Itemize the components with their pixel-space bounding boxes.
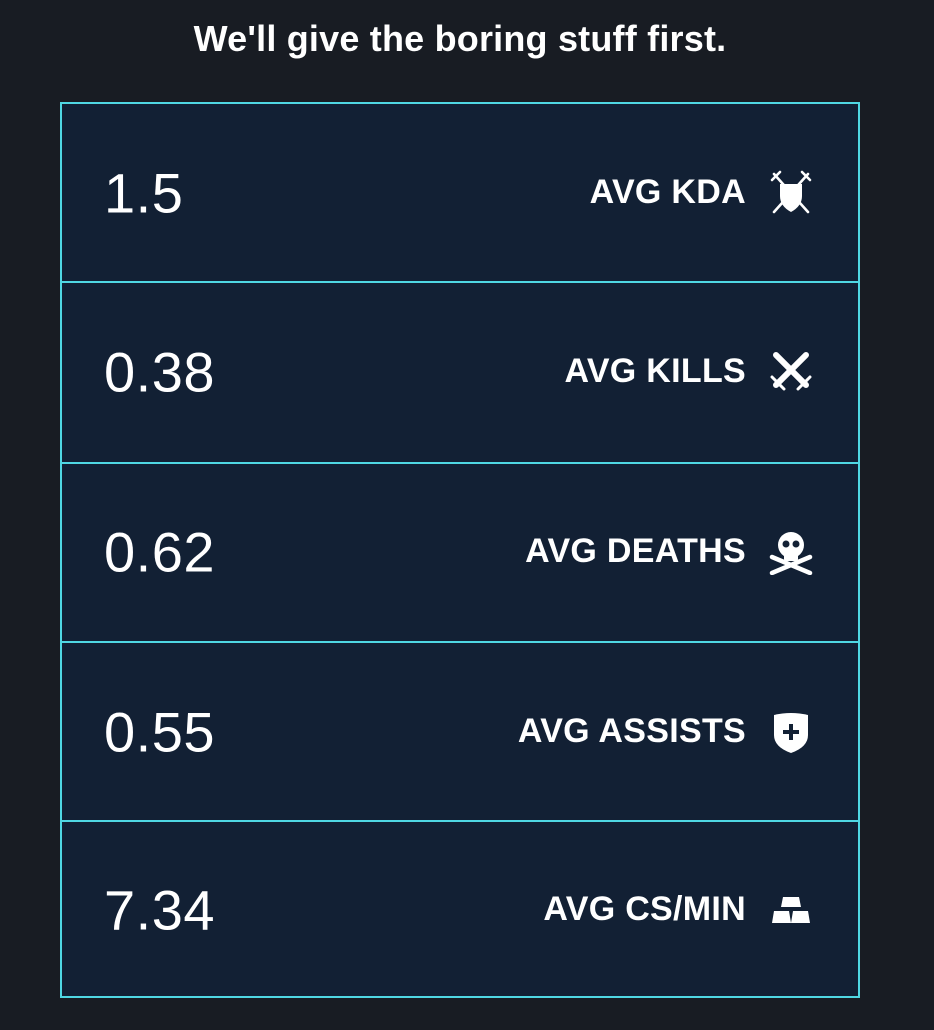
- shield-plus-icon: [768, 709, 814, 755]
- crossed-swords-shield-icon: [768, 170, 814, 216]
- stat-row-assists: 0.55 AVG ASSISTS: [62, 641, 858, 820]
- gold-bars-icon: [768, 887, 814, 933]
- stat-label-group-kda: AVG KDA: [590, 170, 814, 216]
- stat-value-cs-min: 7.34: [104, 878, 215, 941]
- stat-value-deaths: 0.62: [104, 520, 215, 583]
- stat-row-kda: 1.5 AVG KDA: [62, 104, 858, 281]
- stat-row-kills: 0.38 AVG KILLS: [62, 281, 858, 460]
- stat-label-group-deaths: AVG DEATHS: [525, 529, 814, 575]
- stat-row-deaths: 0.62 AVG DEATHS: [62, 462, 858, 639]
- stat-label-kills: AVG KILLS: [564, 352, 746, 390]
- stats-panel: 1.5 AVG KDA 0.38 AVG KILLS 0.62 AVG DEAT…: [60, 102, 860, 998]
- crossed-swords-icon: [768, 349, 814, 395]
- stat-row-cs-min: 7.34 AVG CS/MIN: [62, 820, 858, 997]
- stat-value-assists: 0.55: [104, 700, 215, 763]
- stat-label-group-cs-min: AVG CS/MIN: [543, 887, 814, 933]
- stat-value-kills: 0.38: [104, 340, 215, 403]
- stat-label-cs-min: AVG CS/MIN: [543, 890, 746, 928]
- stat-label-kda: AVG KDA: [589, 173, 746, 211]
- stat-label-deaths: AVG DEATHS: [525, 532, 746, 570]
- stat-value-kda: 1.5: [104, 161, 184, 224]
- stat-label-group-assists: AVG ASSISTS: [518, 709, 814, 755]
- stat-label-group-kills: AVG KILLS: [564, 349, 814, 395]
- skull-crossbones-icon: [768, 529, 814, 575]
- page-title: We'll give the boring stuff first.: [193, 18, 727, 59]
- stat-label-assists: AVG ASSISTS: [517, 712, 746, 750]
